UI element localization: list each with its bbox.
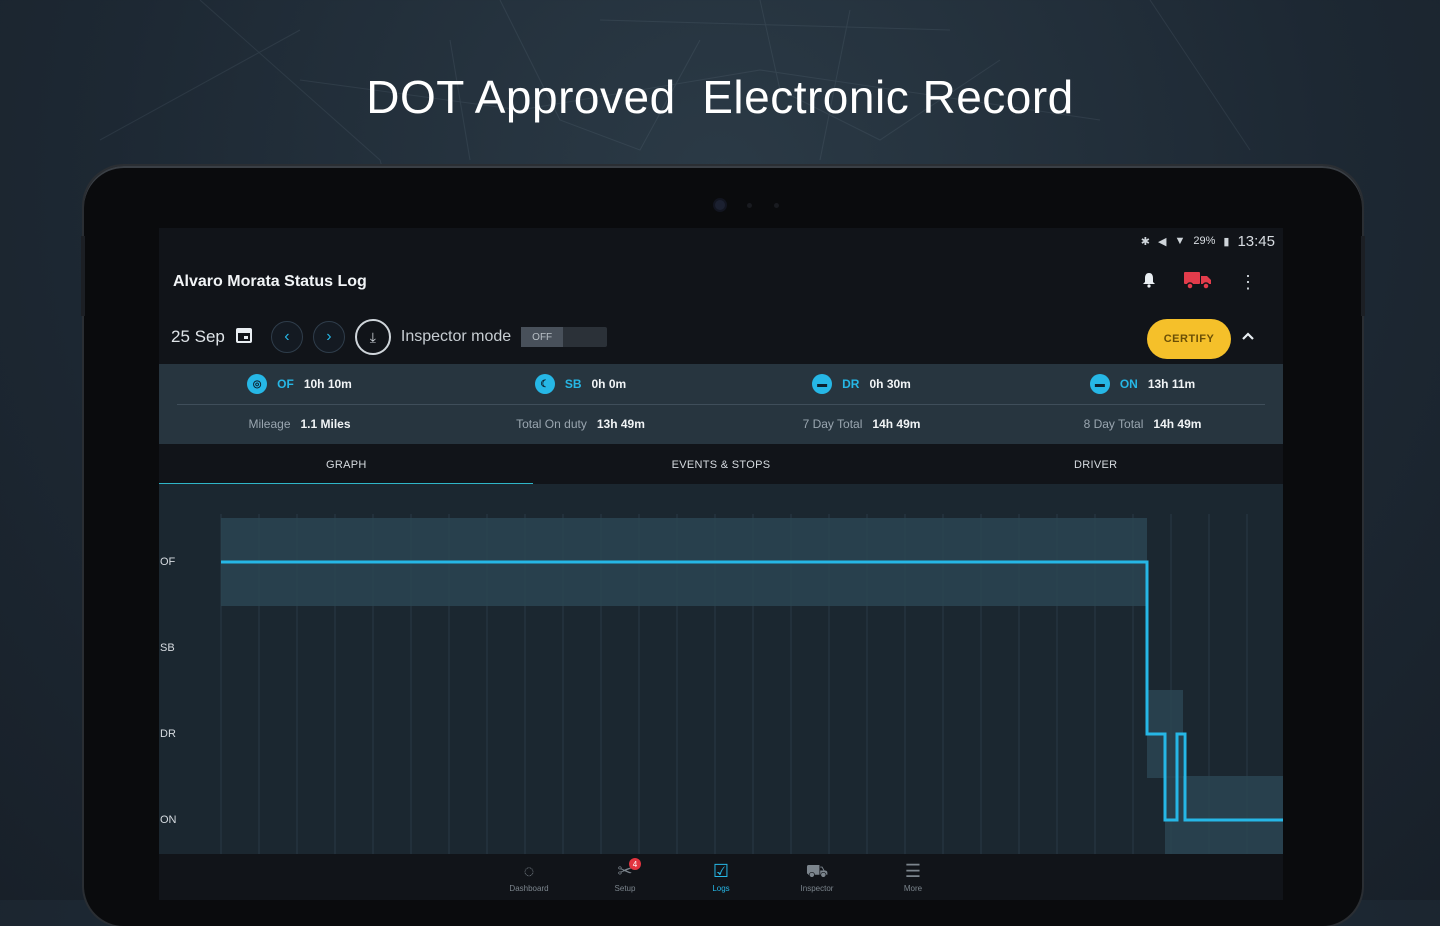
total-value: 14h 49m: [1153, 417, 1202, 431]
driving-icon: ▬: [812, 374, 833, 394]
notification-badge: 4: [629, 858, 641, 870]
status-sleeper: ☾ SB 0h 0m: [440, 374, 721, 394]
nav-label: Dashboard: [509, 884, 549, 893]
chevron-up-icon[interactable]: [1241, 328, 1255, 346]
graph-row-label: ON: [160, 814, 177, 826]
camera: [715, 200, 725, 210]
duty-graph-svg: [220, 514, 1283, 854]
nav-logs[interactable]: ☑ Logs: [701, 854, 741, 900]
tab-driver[interactable]: DRIVER: [908, 444, 1283, 486]
more-vert-icon[interactable]: ⋮: [1239, 273, 1257, 291]
graph-row-label: OF: [160, 556, 176, 568]
nav-setup[interactable]: ✂ 4 Setup: [605, 854, 645, 900]
previous-day-button[interactable]: ‹: [270, 321, 303, 353]
nav-label: Inspector: [800, 884, 834, 893]
total-label: Mileage: [248, 417, 291, 431]
total-label: Total On duty: [516, 417, 587, 431]
chevron-right-icon: ›: [326, 328, 332, 345]
download-button[interactable]: ⤓: [354, 319, 391, 355]
sensor: [774, 203, 779, 208]
status-code: ON: [1119, 377, 1138, 391]
sleeper-icon: ☾: [534, 374, 555, 394]
status-value: 0h 0m: [591, 377, 627, 391]
nav-inspector[interactable]: ⛟ Inspector: [797, 854, 837, 900]
bottom-navigation: ◌ Dashboard ✂ 4 Setup ☑ Logs ⛟ Inspector…: [159, 854, 1283, 900]
total-label: 8 Day Total: [1083, 417, 1144, 431]
graph-row-label: SB: [160, 642, 175, 654]
chevron-left-icon: ‹: [284, 328, 290, 345]
app-screen: ✱ ◀ ▼ 29% ▮ 13:45 Alvaro Morata Status L…: [159, 228, 1283, 900]
status-value: 10h 10m: [303, 377, 352, 391]
status-value: 0h 30m: [869, 377, 911, 391]
mute-icon: ◀: [1158, 235, 1167, 248]
battery-percent: 29%: [1193, 235, 1216, 247]
total-value: 1.1 Miles: [300, 417, 351, 431]
menu-icon: ☰: [904, 861, 922, 881]
battery-icon: ▮: [1223, 235, 1230, 248]
nav-label: Logs: [712, 884, 730, 893]
date-toolbar: 25 Sep ‹ › ⤓ Inspector mode OFF CERTIFY: [159, 310, 1283, 364]
dashboard-icon: ◌: [523, 861, 535, 881]
app-bar: Alvaro Morata Status Log ⋮: [159, 254, 1283, 310]
inspector-icon: ⛟: [805, 861, 829, 881]
total-on-duty: Total On duty 13h 49m: [440, 417, 721, 431]
status-driving: ▬ DR 0h 30m: [721, 374, 1002, 394]
nav-more[interactable]: ☰ More: [893, 854, 933, 900]
status-totals-row: ◎ OF 10h 10m ☾ SB 0h 0m ▬ DR 0h 30m ▬ ON…: [159, 364, 1283, 404]
summary-divider: [177, 404, 1265, 405]
tablet-side-button: [81, 236, 85, 316]
page-title: Alvaro Morata Status Log: [173, 273, 367, 290]
inspector-mode-toggle[interactable]: OFF: [521, 327, 608, 347]
status-value: 13h 11m: [1147, 377, 1196, 391]
nav-label: Setup: [614, 884, 636, 893]
nav-dashboard[interactable]: ◌ Dashboard: [509, 854, 549, 900]
headline: DOT Approved Electronic Record: [366, 71, 1074, 123]
on-duty-band: [1165, 776, 1283, 854]
total-7-day: 7 Day Total 14h 49m: [721, 417, 1002, 431]
sensor: [747, 203, 752, 208]
download-icon: ⤓: [369, 328, 376, 345]
on-duty-icon: ▬: [1089, 374, 1110, 394]
total-label: 7 Day Total: [802, 417, 863, 431]
total-value: 13h 49m: [596, 417, 645, 431]
log-date: 25 Sep: [171, 327, 225, 346]
status-code: DR: [842, 377, 860, 391]
status-code: SB: [564, 377, 582, 391]
clock: 13:45: [1237, 232, 1275, 250]
logs-icon: ☑: [712, 861, 730, 881]
system-status-bar: ✱ ◀ ▼ 29% ▮ 13:45: [159, 228, 1283, 254]
tablet-side-button: [1361, 236, 1365, 316]
wifi-icon: ▼: [1174, 235, 1186, 247]
nav-label: More: [903, 884, 923, 893]
total-8-day: 8 Day Total 14h 49m: [1002, 417, 1283, 431]
log-tabs: GRAPH EVENTS & STOPS DRIVER: [159, 444, 1283, 486]
off-duty-icon: ◎: [247, 374, 268, 394]
calendar-icon[interactable]: [235, 326, 253, 349]
graph-row-label: DR: [160, 728, 176, 740]
tab-graph[interactable]: GRAPH: [159, 444, 534, 486]
inspector-mode-label: Inspector mode: [400, 328, 512, 345]
status-on-duty: ▬ ON 13h 11m: [1002, 374, 1283, 394]
hours-totals-row: Mileage 1.1 Miles Total On duty 13h 49m …: [159, 404, 1283, 444]
duty-summary: ◎ OF 10h 10m ☾ SB 0h 0m ▬ DR 0h 30m ▬ ON…: [159, 364, 1283, 444]
bell-icon[interactable]: [1141, 272, 1157, 293]
toggle-state: OFF: [521, 327, 564, 347]
tab-events-stops[interactable]: EVENTS & STOPS: [534, 444, 909, 486]
status-off: ◎ OF 10h 10m: [159, 374, 440, 394]
status-code: OF: [277, 377, 294, 391]
total-mileage: Mileage 1.1 Miles: [159, 417, 440, 431]
certify-button[interactable]: CERTIFY: [1147, 319, 1231, 359]
truck-icon[interactable]: [1183, 269, 1213, 296]
bluetooth-icon: ✱: [1140, 235, 1150, 248]
duty-status-graph: OF SB DR ON: [159, 484, 1283, 854]
total-value: 14h 49m: [872, 417, 921, 431]
next-day-button[interactable]: ›: [312, 321, 345, 353]
